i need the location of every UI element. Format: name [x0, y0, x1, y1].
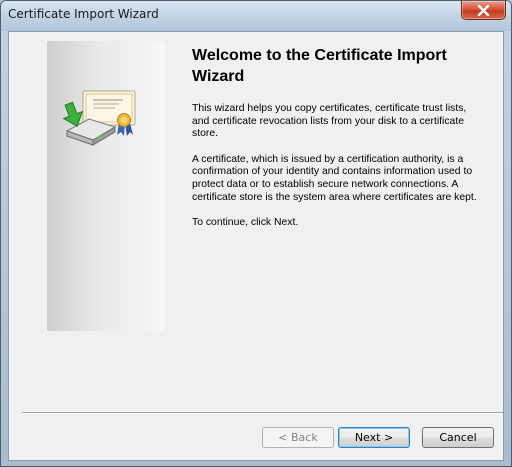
window-title: Certificate Import Wizard	[8, 7, 159, 21]
certificate-description-paragraph: A certificate, which is issued by a cert…	[192, 153, 477, 203]
intro-paragraph: This wizard helps you copy certificates,…	[192, 103, 467, 140]
close-icon	[477, 5, 490, 16]
side-panel	[47, 41, 165, 331]
title-bar[interactable]: Certificate Import Wizard	[1, 1, 511, 31]
next-button[interactable]: Next >	[338, 427, 410, 448]
wizard-body: Welcome to the Certificate Import Wizard…	[8, 31, 504, 461]
wizard-window: Certificate Import Wizard Welcome to the…	[0, 0, 512, 467]
separator-line	[22, 412, 503, 414]
cancel-button[interactable]: Cancel	[422, 427, 494, 448]
close-button[interactable]	[461, 1, 506, 20]
continue-instruction: To continue, click Next.	[192, 217, 299, 229]
welcome-content: Welcome to the Certificate Import Wizard…	[192, 44, 482, 243]
page-title: Welcome to the Certificate Import Wizard	[192, 47, 447, 85]
certificate-import-icon	[62, 90, 136, 146]
back-button[interactable]: < Back	[262, 427, 334, 448]
